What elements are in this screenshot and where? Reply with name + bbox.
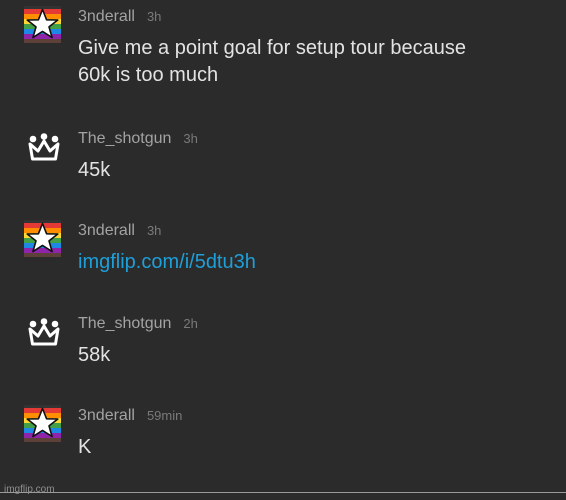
bottom-bar xyxy=(0,493,566,500)
avatar[interactable] xyxy=(25,318,63,348)
comment-text: 58k xyxy=(78,342,548,369)
username[interactable]: The_shotgun xyxy=(78,130,171,147)
username[interactable]: 3nderall xyxy=(78,407,135,424)
avatar[interactable] xyxy=(24,220,61,257)
username[interactable]: 3nderall xyxy=(78,8,135,25)
timestamp: 3h xyxy=(146,223,162,238)
timestamp: 2h xyxy=(183,316,198,331)
crown-icon xyxy=(28,133,60,161)
rainbow-star-icon xyxy=(24,6,61,43)
comment-text: 45k xyxy=(78,157,548,184)
comment-text: K xyxy=(78,434,548,461)
rainbow-star-icon xyxy=(24,220,61,257)
comment-meta: 3nderall 3h xyxy=(78,6,161,28)
crown-icon xyxy=(28,318,60,346)
username[interactable]: The_shotgun xyxy=(78,315,171,332)
avatar[interactable] xyxy=(24,405,61,442)
comment-text-line: Give me a point goal for setup tour beca… xyxy=(78,37,467,59)
comment-meta: The_shotgun 3h xyxy=(78,128,198,150)
comment-text: Give me a point goal for setup tour beca… xyxy=(78,35,548,89)
comment-text: imgflip.com/i/5dtu3h xyxy=(78,249,548,276)
username[interactable]: 3nderall xyxy=(78,222,135,239)
comment-text-line: 60k is too much xyxy=(78,64,219,86)
comment-meta: 3nderall 3h xyxy=(78,220,161,242)
avatar[interactable] xyxy=(25,133,63,163)
timestamp: 3h xyxy=(146,9,162,24)
timestamp: 59min xyxy=(146,408,183,423)
comment-meta: 3nderall 59min xyxy=(78,405,182,427)
comment-text-line: 45k xyxy=(78,159,111,181)
comment-meta: The_shotgun 2h xyxy=(78,313,198,335)
timestamp: 3h xyxy=(183,131,198,146)
comment-link[interactable]: imgflip.com/i/5dtu3h xyxy=(78,251,256,273)
comment-feed: 3nderall 3h Give me a point goal for setu… xyxy=(0,0,566,492)
rainbow-star-icon xyxy=(24,405,61,442)
comment-text-line: 58k xyxy=(78,344,111,366)
avatar[interactable] xyxy=(24,6,61,43)
comment-text-line: K xyxy=(78,436,92,458)
watermark: imgflip.com xyxy=(4,484,55,495)
